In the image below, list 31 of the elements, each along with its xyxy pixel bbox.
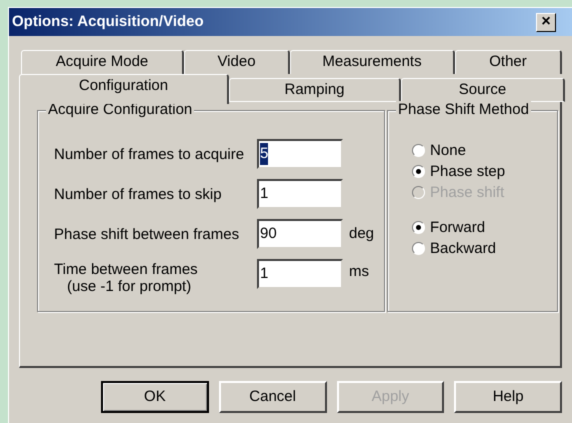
radio-label[interactable]: Phase step: [430, 162, 506, 181]
tab[interactable]: Configuration: [19, 74, 229, 104]
radio-label[interactable]: Backward: [430, 239, 496, 258]
tab[interactable]: Measurements: [290, 50, 455, 74]
radio-button[interactable]: [412, 144, 426, 157]
tab[interactable]: Source: [401, 78, 565, 102]
field-label: Phase shift between frames: [54, 226, 240, 242]
unit-label: ms: [349, 262, 369, 282]
radio-label[interactable]: None: [430, 141, 466, 160]
dialog-button[interactable]: Help: [454, 381, 562, 413]
dialog-button[interactable]: Cancel: [218, 381, 326, 413]
radio-button[interactable]: [412, 242, 426, 255]
field-label: Number of frames to acquire: [54, 146, 244, 162]
tab[interactable]: Ramping: [229, 78, 401, 102]
field-label: Time between frames: [54, 261, 198, 278]
unit-label: deg: [349, 224, 374, 244]
dialog-button[interactable]: OK: [101, 381, 209, 413]
tab[interactable]: Other: [455, 50, 562, 74]
input-field[interactable]: 1: [257, 179, 343, 209]
tab[interactable]: Acquire Mode: [21, 50, 184, 74]
field-label: Number of frames to skip: [54, 186, 222, 202]
radio-button[interactable]: [412, 221, 426, 234]
window-title: Options: Acquisition/Video: [12, 12, 204, 32]
input-field[interactable]: 90: [257, 219, 343, 249]
input-field[interactable]: 5: [257, 139, 343, 169]
close-button[interactable]: ×: [536, 12, 556, 32]
field-note: (use -1 for prompt): [66, 278, 192, 295]
input-field[interactable]: 1: [257, 259, 343, 289]
tab[interactable]: Video: [184, 50, 290, 74]
radio-label[interactable]: Forward: [430, 218, 486, 237]
radio-button[interactable]: [412, 165, 426, 178]
